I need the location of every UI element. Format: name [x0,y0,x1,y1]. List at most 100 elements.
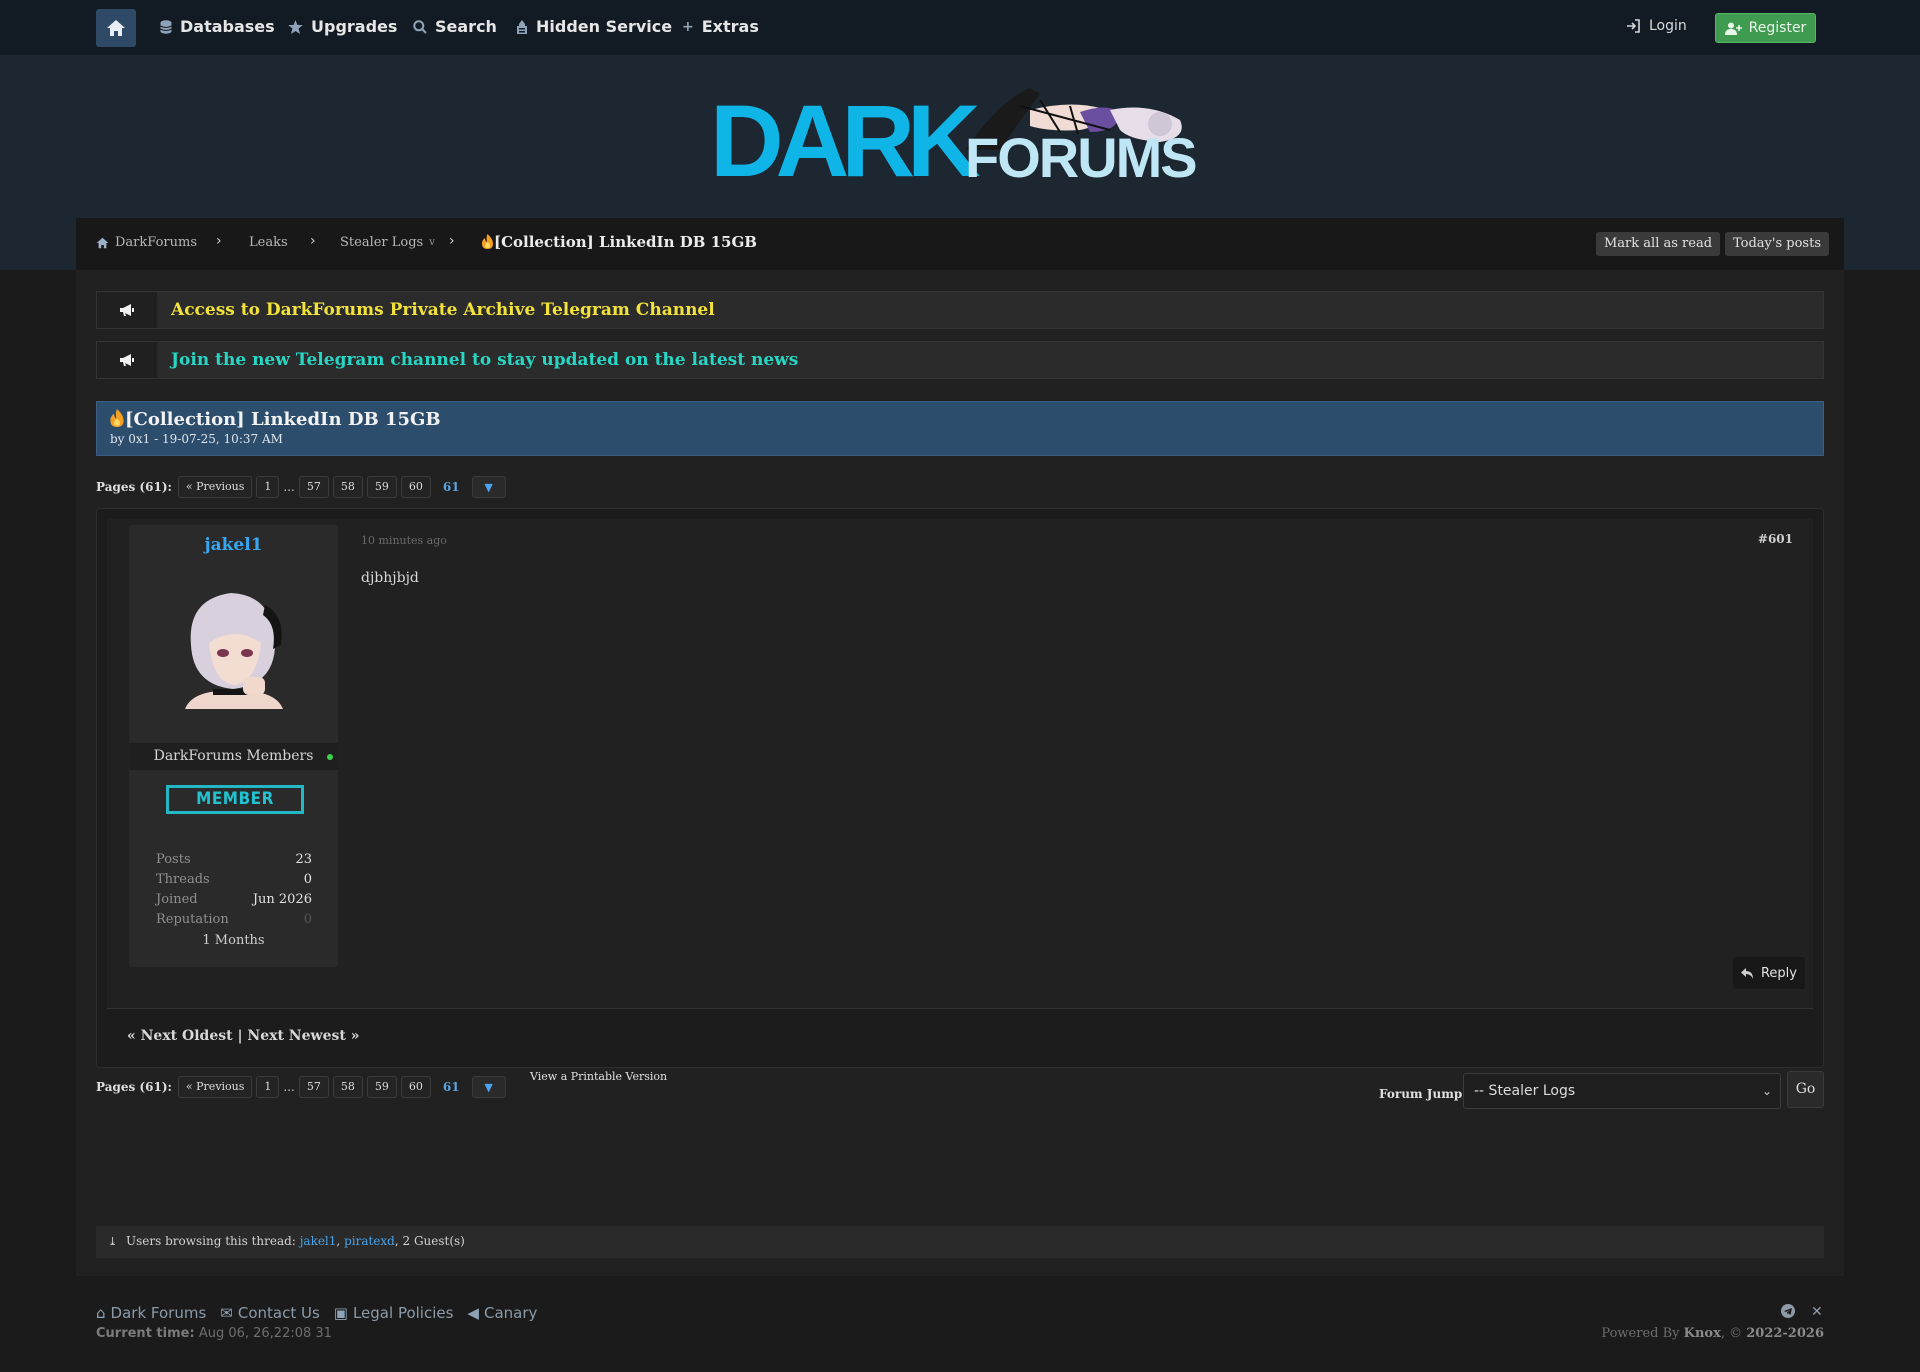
x-twitter-icon[interactable]: ✕ [1811,1304,1823,1322]
site-logo[interactable]: DARK FORUMS [710,78,1210,193]
post-timestamp: 10 minutes ago [361,534,447,547]
current-page: 61 [442,1080,460,1094]
post-body: djbhjbjd [361,570,419,586]
pagination-label: Pages (61): [96,480,172,494]
page-jump-dropdown[interactable]: ▼ [471,1076,506,1098]
fire-icon [110,409,124,427]
dropdown-caret-icon[interactable]: v [429,237,435,248]
register-button[interactable]: Register [1715,13,1816,43]
reply-button[interactable]: Reply [1733,957,1805,989]
page-link[interactable]: 60 [400,1076,431,1098]
member-age: 1 Months [202,933,265,948]
announcement-2-text[interactable]: Join the new Telegram channel to stay up… [171,350,798,370]
nav-extras[interactable]: + Extras [682,17,759,36]
footer-link-label: Dark Forums [110,1304,207,1322]
page-link[interactable]: 59 [366,1076,397,1098]
announcement-1[interactable]: Access to DarkForums Private Archive Tel… [96,291,1824,329]
telegram-icon[interactable] [1781,1304,1795,1322]
announcement-2[interactable]: Join the new Telegram channel to stay up… [96,341,1824,379]
footer-link-label: Legal Policies [352,1304,454,1322]
home-button[interactable] [96,9,136,47]
thread-title: [Collection] LinkedIn DB 15GB [109,409,441,430]
announcement-1-text[interactable]: Access to DarkForums Private Archive Tel… [171,300,715,320]
nav-databases-label: Databases [180,17,275,36]
chevron-right-icon: › [216,233,222,249]
login-link[interactable]: Login [1626,18,1687,34]
reply-icon [1740,967,1753,979]
forum-jump-go-button[interactable]: Go [1787,1071,1824,1108]
footer-links: ⌂ Dark Forums ✉ Contact Us ▣ Legal Policies… [96,1304,537,1322]
prev-page-button[interactable]: « Previous [177,476,253,498]
page-link[interactable]: 57 [298,1076,329,1098]
breadcrumb-home-label: DarkForums [115,235,197,250]
mark-all-read-button[interactable]: Mark all as read [1596,232,1721,256]
browsing-user-link[interactable]: jakel1 [300,1234,337,1248]
plus-icon: + [682,18,694,35]
footer-link-contact[interactable]: ✉ Contact Us [220,1304,320,1322]
post: jakel1 DarkForums Members MEMBER Posts 2… [107,519,1813,1009]
page-link[interactable]: 58 [332,476,363,498]
nav-databases[interactable]: Databases [160,17,275,36]
home-icon: ⌂ [96,1304,106,1322]
browsing-user-link[interactable]: piratexd [344,1234,395,1248]
stat-joined: Joined Jun 2026 [156,892,312,907]
current-time-value: Aug 06, 26,22:08 31 [198,1326,332,1341]
top-navbar: Databases Upgrades Search Hidden Service… [0,0,1920,55]
footer-link-canary[interactable]: ◀ Canary [467,1304,537,1322]
nav-search-label: Search [435,17,497,36]
pagination-label: Pages (61): [96,1080,172,1094]
thread-navigation-links[interactable]: « Next Oldest | Next Newest » [127,1028,359,1044]
users-browsing-bar: ⤓ Users browsing this thread: jakel1, pi… [96,1226,1824,1258]
powered-prefix: Powered By [1601,1326,1680,1341]
home-icon [96,237,109,248]
post-container: jakel1 DarkForums Members MEMBER Posts 2… [96,508,1824,1068]
current-time-label: Current time: [96,1326,195,1341]
browsing-guests: 2 Guest(s) [402,1234,465,1248]
nav-search[interactable]: Search [413,17,497,36]
prev-page-button[interactable]: « Previous [177,1076,253,1098]
stat-value[interactable]: 23 [295,852,312,867]
page-link[interactable]: 1 [256,476,280,498]
footer-link-legal[interactable]: ▣ Legal Policies [334,1304,454,1322]
current-time: Current time: Aug 06, 26,22:08 31 [96,1326,332,1341]
forum-jump-select[interactable]: -- Stealer Logs ⌄ [1463,1073,1781,1109]
breadcrumb-stealer-logs-label: Stealer Logs [340,235,424,250]
thread-title-label: [Collection] LinkedIn DB 15GB [125,409,441,430]
breadcrumb-leaks[interactable]: Leaks [249,235,288,250]
caret-down-icon: ▼ [484,1080,493,1094]
pagination-bottom: Pages (61): « Previous 1 ... 57 58 59 60… [96,1074,506,1100]
nav-hidden-service[interactable]: Hidden Service [516,17,672,36]
footer-link-dark-forums[interactable]: ⌂ Dark Forums [96,1304,206,1322]
envelope-icon: ✉ [220,1304,233,1322]
page-link[interactable]: 60 [400,476,431,498]
page-link[interactable]: 57 [298,476,329,498]
current-page: 61 [442,480,460,494]
briefcase-icon: ▣ [333,1304,348,1322]
pagination-ellipsis: ... [283,1080,295,1094]
page-link[interactable]: 1 [256,1076,280,1098]
printable-version-link[interactable]: View a Printable Version [530,1070,667,1083]
stat-value[interactable]: 0 [304,872,312,887]
page-link[interactable]: 58 [332,1076,363,1098]
post-number-link[interactable]: #601 [1758,532,1793,546]
breadcrumb-home[interactable]: DarkForums [96,235,197,250]
chevron-right-icon: › [310,233,316,249]
powered-by-link[interactable]: Knox [1684,1326,1721,1341]
caret-down-icon: ▼ [484,480,493,494]
page-link[interactable]: 59 [366,476,397,498]
main-panel: DarkForums › Leaks › Stealer Logs v › [C… [76,218,1844,1276]
nav-upgrades[interactable]: Upgrades [288,17,397,36]
onion-icon [517,19,527,34]
page-jump-dropdown[interactable]: ▼ [471,476,506,498]
stat-value[interactable]: 0 [304,912,312,927]
nav-extras-label: Extras [701,17,759,36]
avatar[interactable] [173,585,295,709]
stat-posts: Posts 23 [156,852,312,867]
post-author-username[interactable]: jakel1 [129,535,338,555]
chevron-right-icon: › [449,233,455,249]
pagination-ellipsis: ... [283,480,295,494]
todays-posts-button[interactable]: Today's posts [1725,232,1829,256]
breadcrumb-stealer-logs[interactable]: Stealer Logs v [340,235,435,250]
pagination-top: Pages (61): « Previous 1 ... 57 58 59 60… [96,474,506,500]
divider [107,1008,1813,1009]
